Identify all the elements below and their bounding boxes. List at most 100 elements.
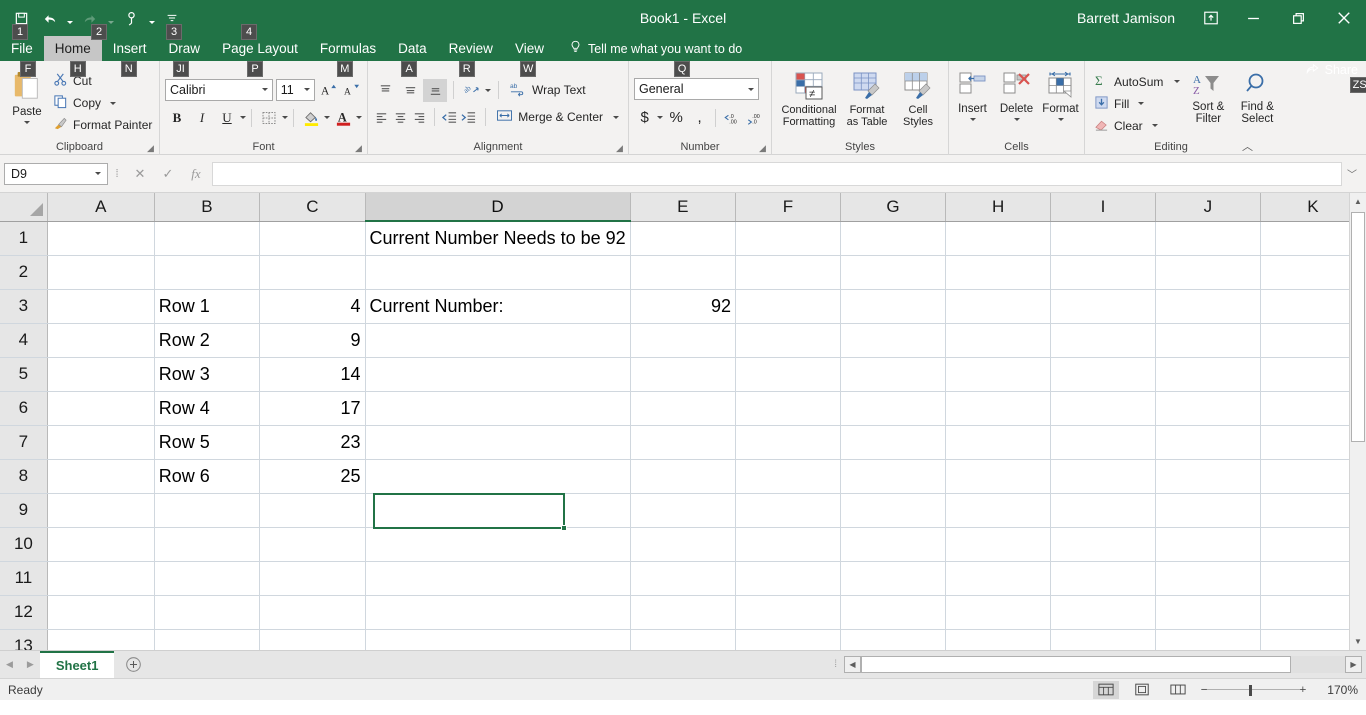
cell-B7[interactable]: Row 5 (154, 425, 261, 460)
bold-button[interactable]: B (165, 106, 189, 129)
horizontal-scroll-track[interactable] (861, 656, 1345, 673)
cell-C1[interactable] (259, 221, 366, 256)
cell-D10[interactable] (365, 527, 631, 562)
column-header-C[interactable]: C (259, 193, 366, 222)
cell-D7[interactable] (365, 425, 631, 460)
cell-H8[interactable] (945, 459, 1052, 494)
zoom-level[interactable]: 170% (1316, 683, 1358, 697)
scroll-up-icon[interactable]: ▲ (1350, 193, 1366, 210)
column-header-G[interactable]: G (840, 193, 947, 222)
align-left-button[interactable] (373, 106, 391, 129)
cell-G12[interactable] (840, 595, 947, 630)
cell-A5[interactable] (47, 357, 155, 392)
cell-E8[interactable] (630, 459, 736, 494)
cell-F8[interactable] (735, 459, 841, 494)
cell-B9[interactable] (154, 493, 261, 528)
row-header-5[interactable]: 5 (0, 357, 48, 392)
cell-J4[interactable] (1155, 323, 1261, 358)
cell-G6[interactable] (840, 391, 947, 426)
row-header-10[interactable]: 10 (0, 527, 48, 562)
zoom-in-icon[interactable]: + (1300, 684, 1306, 696)
format-as-table-button[interactable]: Format as Table (840, 69, 894, 139)
cell-D12[interactable] (365, 595, 631, 630)
cell-A11[interactable] (47, 561, 155, 596)
page-break-view-button[interactable] (1165, 681, 1191, 699)
cell-I10[interactable] (1050, 527, 1156, 562)
cell-I6[interactable] (1050, 391, 1156, 426)
cell-C5[interactable]: 14 (259, 357, 366, 392)
zoom-slider[interactable]: − + (1201, 681, 1306, 699)
cell-H7[interactable] (945, 425, 1052, 460)
cell-F3[interactable] (735, 289, 841, 324)
font-color-button[interactable]: A (331, 106, 355, 129)
ribbon-display-options-icon[interactable] (1191, 0, 1231, 36)
share-button[interactable]: Share ZS (1305, 61, 1366, 93)
tab-page-layout[interactable]: Page Layout P (211, 36, 309, 77)
cell-C10[interactable] (259, 527, 366, 562)
cell-I2[interactable] (1050, 255, 1156, 290)
increase-decimal-button[interactable]: .0.00 (721, 106, 742, 129)
cell-I13[interactable] (1050, 629, 1156, 650)
copy-dropdown-icon[interactable] (110, 101, 117, 105)
cell-A8[interactable] (47, 459, 155, 494)
align-right-button[interactable] (411, 106, 429, 129)
autosum-dropdown-icon[interactable] (1174, 80, 1181, 83)
tab-view[interactable]: View W (504, 36, 555, 77)
cell-E7[interactable] (630, 425, 736, 460)
cell-B4[interactable]: Row 2 (154, 323, 261, 358)
currency-button[interactable]: $ (634, 106, 655, 129)
cell-G2[interactable] (840, 255, 947, 290)
fill-color-button[interactable] (299, 106, 323, 129)
borders-dropdown-icon[interactable] (282, 116, 288, 119)
cell-H10[interactable] (945, 527, 1052, 562)
align-center-button[interactable] (392, 106, 410, 129)
cell-G7[interactable] (840, 425, 947, 460)
merge-center-dropdown-icon[interactable] (613, 115, 619, 119)
copy-button[interactable]: Copy (49, 92, 156, 114)
row-header-4[interactable]: 4 (0, 323, 48, 358)
cell-B1[interactable] (154, 221, 261, 256)
fill-color-dropdown-icon[interactable] (324, 116, 330, 119)
column-header-A[interactable]: A (47, 193, 155, 222)
cell-A1[interactable] (47, 221, 155, 256)
paste-dropdown-icon[interactable] (24, 121, 30, 124)
cell-G1[interactable] (840, 221, 947, 256)
cell-J13[interactable] (1155, 629, 1261, 650)
horizontal-scrollbar[interactable]: ◀ ▶ (844, 651, 1366, 678)
cell-E2[interactable] (630, 255, 736, 290)
cell-D13[interactable] (365, 629, 631, 650)
font-size-combo[interactable]: 11 (275, 78, 315, 101)
percent-button[interactable]: % (665, 106, 686, 129)
format-cells-button[interactable]: Format (1039, 69, 1083, 139)
touch-mode-icon[interactable]: 4 (118, 5, 257, 40)
close-button[interactable] (1321, 0, 1366, 36)
cell-A3[interactable] (47, 289, 155, 324)
scroll-right-icon[interactable]: ▶ (1345, 656, 1362, 673)
cell-J1[interactable] (1155, 221, 1261, 256)
cell-D2[interactable] (365, 255, 631, 290)
cell-A4[interactable] (47, 323, 155, 358)
cell-I4[interactable] (1050, 323, 1156, 358)
name-box-dropdown-icon[interactable] (95, 172, 101, 175)
column-header-B[interactable]: B (154, 193, 261, 222)
font-color-dropdown-icon[interactable] (356, 116, 362, 119)
enter-formula-icon[interactable]: ✓ (154, 162, 182, 186)
cell-G8[interactable] (840, 459, 947, 494)
row-header-2[interactable]: 2 (0, 255, 48, 290)
row-header-11[interactable]: 11 (0, 561, 48, 596)
cell-A2[interactable] (47, 255, 155, 290)
cell-I8[interactable] (1050, 459, 1156, 494)
cell-F5[interactable] (735, 357, 841, 392)
cell-H1[interactable] (945, 221, 1052, 256)
vertical-scroll-thumb[interactable] (1351, 212, 1365, 442)
cell-A10[interactable] (47, 527, 155, 562)
cell-C3[interactable]: 4 (259, 289, 366, 324)
row-header-7[interactable]: 7 (0, 425, 48, 460)
cell-D8[interactable] (365, 459, 631, 494)
cell-B12[interactable] (154, 595, 261, 630)
cell-C6[interactable]: 17 (259, 391, 366, 426)
cell-A9[interactable] (47, 493, 155, 528)
cell-B6[interactable]: Row 4 (154, 391, 261, 426)
row-header-6[interactable]: 6 (0, 391, 48, 426)
tab-data[interactable]: Data A (387, 36, 438, 77)
